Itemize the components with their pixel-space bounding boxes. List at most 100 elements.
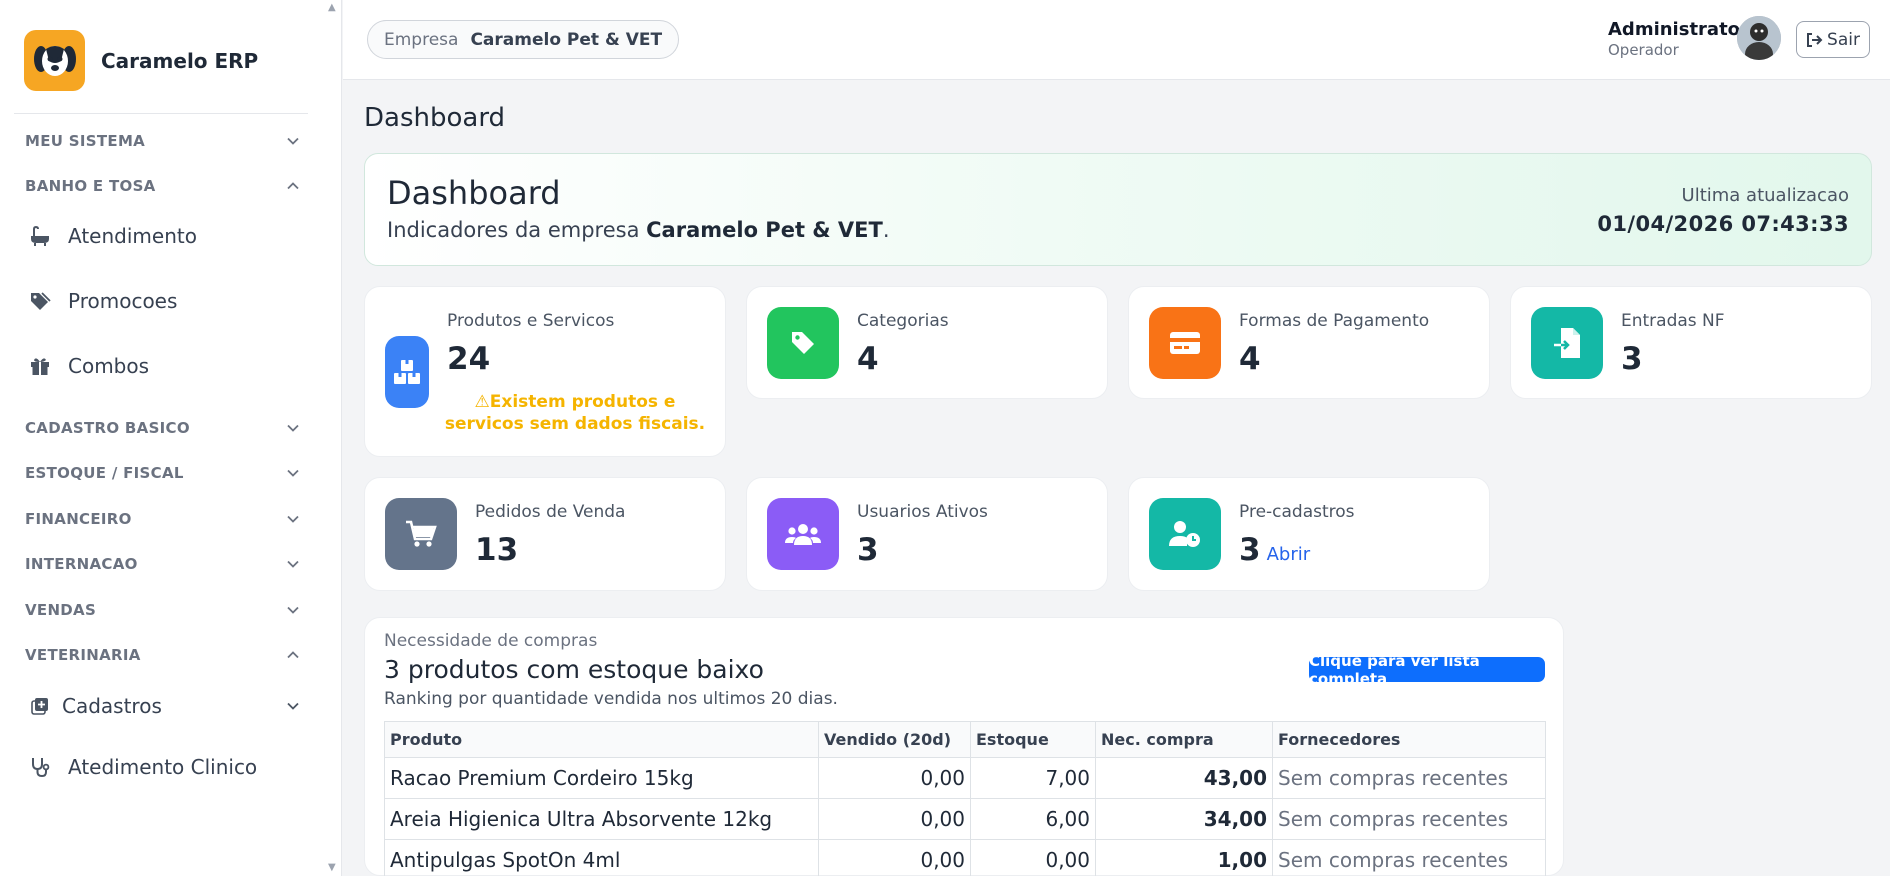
stat-card-value: 3	[1621, 341, 1643, 377]
company-name: Caramelo Pet & VET	[470, 29, 663, 50]
supplier-cell: Sem compras recentes	[1272, 798, 1546, 840]
product-cell: Areia Higienica Ultra Absorvente 12kg	[384, 798, 819, 840]
view-full-list-button[interactable]: Clique para ver lista completa	[1309, 652, 1545, 688]
sidebar-item-atendimento-clinico[interactable]: Atedimento Clinico	[28, 755, 257, 779]
chevron-up-icon	[287, 182, 299, 190]
brand[interactable]: Caramelo ERP	[24, 30, 258, 91]
scroll-down-arrow-icon[interactable]: ▼	[328, 862, 336, 873]
column-header[interactable]: Fornecedores	[1272, 721, 1546, 758]
logout-label: Sair	[1827, 29, 1860, 50]
stat-card-usuarios-ativos[interactable]: Usuarios Ativos 3	[746, 477, 1108, 591]
table-header-row: Produto Vendido (20d) Estoque Nec. compr…	[384, 721, 1546, 758]
stat-card-value: 3	[857, 532, 879, 568]
stock-cell: 6,00	[970, 798, 1096, 840]
tag-icon	[767, 307, 839, 379]
logout-button[interactable]: Sair	[1796, 21, 1870, 58]
plus-square-icon	[28, 694, 52, 718]
hero-company: Caramelo Pet & VET	[646, 218, 883, 242]
table-row[interactable]: Racao Premium Cordeiro 15kg 0,00 7,00 43…	[384, 757, 1546, 799]
stat-card-produtos[interactable]: Produtos e Servicos 24 ⚠Existem produtos…	[364, 286, 726, 457]
nav-section-meu-sistema[interactable]: MEU SISTEMA	[25, 128, 300, 154]
chevron-down-icon	[287, 424, 299, 432]
supplier-cell: Sem compras recentes	[1272, 757, 1546, 799]
column-header[interactable]: Estoque	[970, 721, 1096, 758]
sold-cell: 0,00	[818, 798, 971, 840]
company-selector[interactable]: Empresa Caramelo Pet & VET	[367, 20, 680, 59]
table-row[interactable]: Antipulgas SpotOn 4ml 0,00 0,00 1,00 Sem…	[384, 839, 1546, 876]
hero-subtitle-prefix: Indicadores da empresa	[387, 218, 647, 242]
sign-out-icon	[1807, 32, 1823, 47]
nav-section-vendas[interactable]: VENDAS	[25, 597, 300, 623]
sold-cell: 0,00	[818, 757, 971, 799]
nav-section-label: MEU SISTEMA	[25, 132, 146, 150]
boxes-icon	[385, 336, 429, 408]
nav-section-label: BANHO E TOSA	[25, 177, 156, 195]
users-icon	[767, 498, 839, 570]
avatar[interactable]	[1737, 16, 1781, 60]
hero-subtitle-suffix: .	[882, 218, 890, 242]
sidebar-item-label: Combos	[68, 354, 150, 378]
scroll-up-arrow-icon[interactable]: ▲	[328, 2, 336, 13]
stat-card-label: Entradas NF	[1621, 311, 1725, 331]
stethoscope-icon	[28, 755, 52, 779]
sidebar-item-cadastros[interactable]: Cadastros	[28, 694, 300, 718]
stat-card-value: 24	[447, 341, 491, 377]
user-role: Operador	[1608, 41, 1679, 59]
chevron-down-icon	[287, 606, 299, 614]
gift-icon	[28, 354, 52, 378]
tags-icon	[28, 289, 52, 313]
nav-section-label: VETERINARIA	[25, 646, 141, 664]
purchase-needs-card: Necessidade de compras 3 produtos com es…	[364, 617, 1564, 876]
topbar: Empresa Caramelo Pet & VET Administrator…	[343, 0, 1890, 80]
stat-card-value: 4	[857, 341, 879, 377]
nav-section-estoque-fiscal[interactable]: ESTOQUE / FISCAL	[25, 460, 300, 486]
stat-card-label: Formas de Pagamento	[1239, 311, 1430, 331]
chevron-down-icon	[287, 137, 299, 145]
sold-cell: 0,00	[818, 839, 971, 876]
chevron-up-icon	[287, 651, 299, 659]
table-row[interactable]: Areia Higienica Ultra Absorvente 12kg 0,…	[384, 798, 1546, 840]
stat-card-label: Pre-cadastros	[1239, 502, 1355, 522]
nav-section-label: FINANCEIRO	[25, 510, 132, 528]
nav-section-label: VENDAS	[25, 601, 97, 619]
column-header[interactable]: Nec. compra	[1095, 721, 1273, 758]
stat-card-categorias[interactable]: Categorias 4	[746, 286, 1108, 399]
column-header[interactable]: Produto	[384, 721, 819, 758]
nav-section-banho-e-tosa[interactable]: BANHO E TOSA	[25, 173, 300, 199]
purchase-needs-subtitle: Ranking por quantidade vendida nos ultim…	[384, 689, 838, 709]
stat-card-value: 13	[475, 532, 519, 568]
nav-section-internacao[interactable]: INTERNACAO	[25, 551, 300, 577]
cart-icon	[385, 498, 457, 570]
chevron-down-icon	[287, 469, 299, 477]
column-header[interactable]: Vendido (20d)	[818, 721, 971, 758]
stat-card-pre-cadastros[interactable]: Pre-cadastros 3 Abrir	[1128, 477, 1490, 591]
nav-section-label: ESTOQUE / FISCAL	[25, 464, 184, 482]
sidebar-item-promocoes[interactable]: Promocoes	[28, 289, 177, 313]
chevron-down-icon	[287, 702, 299, 710]
supplier-cell: Sem compras recentes	[1272, 839, 1546, 876]
product-cell: Antipulgas SpotOn 4ml	[384, 839, 819, 876]
low-stock-table: Produto Vendido (20d) Estoque Nec. compr…	[384, 721, 1546, 876]
stat-card-entradas-nf[interactable]: Entradas NF 3	[1510, 286, 1872, 399]
nav-section-financeiro[interactable]: FINANCEIRO	[25, 506, 300, 532]
user-name: Administrator	[1608, 19, 1749, 40]
company-label: Empresa	[384, 29, 459, 50]
stat-card-formas-pagamento[interactable]: Formas de Pagamento 4	[1128, 286, 1490, 399]
nav-section-cadastro-basico[interactable]: CADASTRO BASICO	[25, 415, 300, 441]
nav-section-veterinaria[interactable]: VETERINARIA	[25, 642, 300, 668]
warning-icon: ⚠	[474, 392, 490, 412]
credit-card-icon	[1149, 307, 1221, 379]
stat-card-pedidos-venda[interactable]: Pedidos de Venda 13	[364, 477, 726, 591]
sidebar-item-label: Cadastros	[62, 694, 162, 718]
stat-card-value: 3 Abrir	[1239, 532, 1310, 568]
last-update-label: Ultima atualizacao	[1681, 185, 1849, 206]
open-pre-cadastros-link[interactable]: Abrir	[1267, 544, 1311, 565]
need-cell: 43,00	[1095, 757, 1273, 799]
fiscal-warning: ⚠Existem produtos e servicos sem dados f…	[441, 391, 709, 435]
sidebar-item-label: Atendimento	[68, 224, 197, 248]
page-title: Dashboard	[364, 103, 506, 133]
user-clock-icon	[1149, 498, 1221, 570]
sidebar-item-atendimento[interactable]: Atendimento	[28, 224, 197, 248]
sidebar-item-combos[interactable]: Combos	[28, 354, 149, 378]
sidebar: Caramelo ERP MEU SISTEMA BANHO E TOSA At…	[0, 0, 342, 876]
